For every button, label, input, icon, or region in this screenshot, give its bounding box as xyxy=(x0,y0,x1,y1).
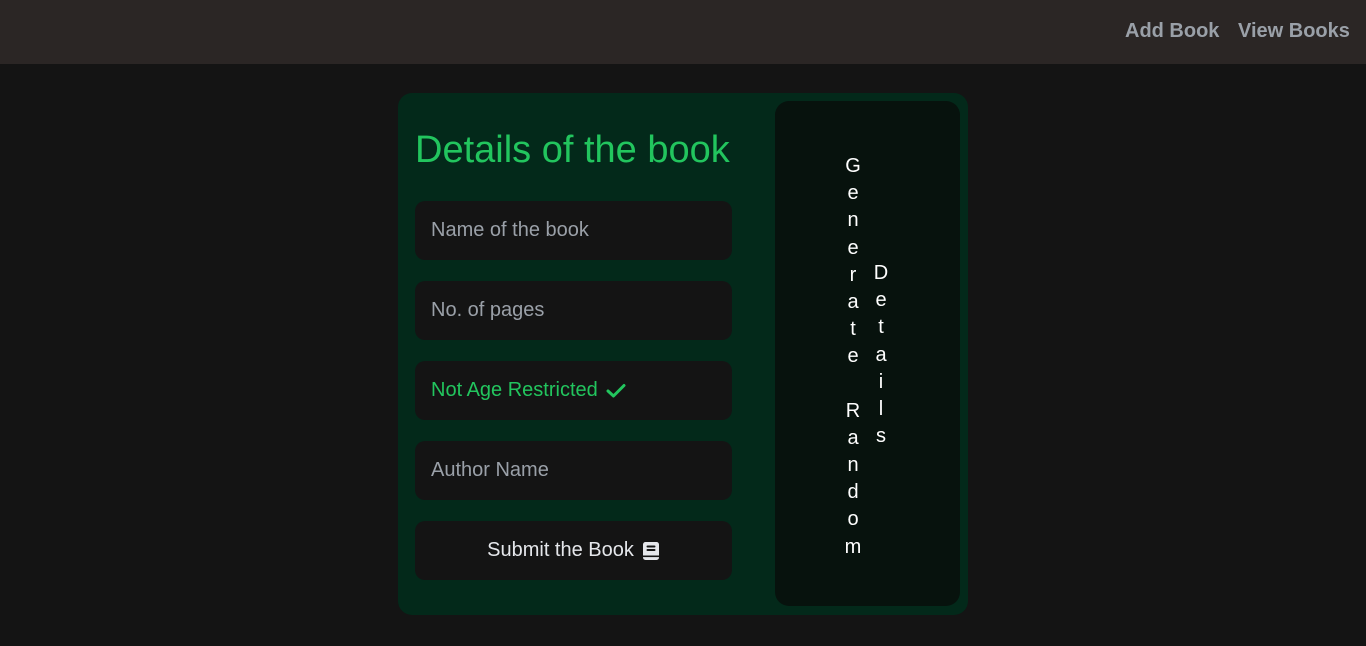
vertical-letter: o xyxy=(847,508,859,531)
vertical-letter: e xyxy=(847,182,859,205)
age-restriction-label: Not Age Restricted xyxy=(431,379,598,401)
generate-random-text: Generate Random xyxy=(843,153,863,561)
vertical-letter: G xyxy=(845,155,861,177)
nav-add-book-link[interactable]: Add Book xyxy=(1125,20,1219,43)
vertical-letter: d xyxy=(847,481,859,504)
vertical-letter: e xyxy=(847,345,859,368)
vertical-letter: e xyxy=(847,236,859,259)
vertical-letter: s xyxy=(876,425,886,448)
vertical-letter: a xyxy=(847,290,859,313)
vertical-letter: i xyxy=(878,370,884,393)
age-restriction-toggle[interactable]: Not Age Restricted xyxy=(415,361,732,420)
book-name-input[interactable] xyxy=(415,201,732,260)
vertical-letter: a xyxy=(847,426,859,449)
form-title: Details of the book xyxy=(415,129,730,171)
vertical-letter: a xyxy=(875,343,887,366)
vertical-letter: D xyxy=(873,262,889,284)
vertical-letter: m xyxy=(844,535,862,558)
pages-input[interactable] xyxy=(415,281,732,340)
vertical-letter: t xyxy=(878,316,884,339)
book-icon xyxy=(642,541,660,561)
vertical-letter: R xyxy=(845,399,861,422)
navbar: Add Book View Books xyxy=(0,0,1366,64)
vertical-letter: r xyxy=(849,263,857,286)
check-icon xyxy=(606,383,626,399)
vertical-letter: e xyxy=(875,289,887,312)
vertical-letter xyxy=(850,371,856,398)
submit-book-button[interactable]: Submit the Book xyxy=(415,521,732,580)
vertical-letter: t xyxy=(850,318,856,341)
nav-view-books-link[interactable]: View Books xyxy=(1238,20,1350,43)
details-text: Details xyxy=(871,260,891,450)
generate-random-details-button[interactable]: Generate Random Details xyxy=(775,101,960,606)
book-form-card: Details of the book Not Age Restricted S… xyxy=(398,93,968,615)
vertical-letter: n xyxy=(847,454,859,477)
author-name-input[interactable] xyxy=(415,441,732,500)
vertical-letter: l xyxy=(878,397,884,420)
submit-label: Submit the Book xyxy=(487,539,634,561)
vertical-letter: n xyxy=(847,209,859,232)
